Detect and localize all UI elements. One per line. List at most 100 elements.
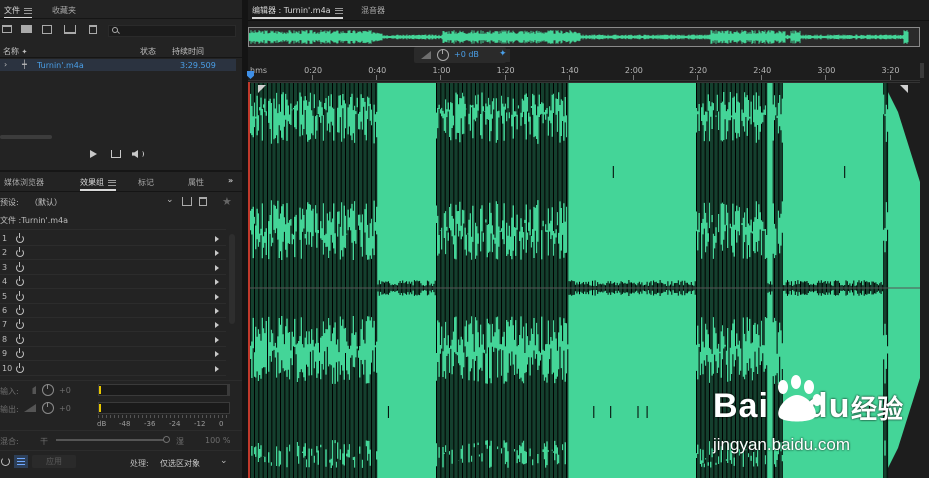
slot-divider xyxy=(0,302,226,304)
slot-power-icon[interactable] xyxy=(16,319,24,330)
tab-properties[interactable]: 属性 xyxy=(188,177,204,188)
process-label: 处理: xyxy=(130,459,149,468)
meter-ticks xyxy=(98,415,230,418)
preset-select[interactable]: （默认） ⌄ xyxy=(26,195,176,207)
ruler-tick xyxy=(632,75,634,80)
tab-media-browser[interactable]: 媒体浏览器 xyxy=(4,177,44,188)
column-status[interactable]: 状态 xyxy=(140,46,156,57)
expand-chevron-icon[interactable]: › xyxy=(4,60,7,69)
panel-menu-icon[interactable] xyxy=(24,7,32,14)
overview-waveform xyxy=(249,30,909,44)
slot-expand-icon[interactable] xyxy=(215,250,219,257)
delete-preset-icon[interactable] xyxy=(199,197,207,206)
tab-markers[interactable]: 标记 xyxy=(138,177,154,188)
open-file-icon[interactable] xyxy=(2,25,12,33)
slot-power-icon[interactable] xyxy=(16,290,24,301)
slot-power-icon[interactable] xyxy=(16,305,24,315)
slot-power-icon[interactable] xyxy=(16,348,24,359)
mix-dry-label: 干 xyxy=(40,437,48,446)
mix-wet-label: 湿 xyxy=(176,437,184,446)
slot-divider xyxy=(0,245,226,246)
autoplay-speaker-icon[interactable] xyxy=(132,150,138,158)
slot-expand-icon[interactable] xyxy=(215,293,219,300)
output-gain-knob[interactable] xyxy=(42,402,54,414)
file-row[interactable]: › ┿ Turnin'.m4a 3:29.509 xyxy=(0,59,236,71)
mix-slider-thumb[interactable] xyxy=(163,436,170,443)
ruler-tick xyxy=(312,75,314,80)
file-duration: 3:29.509 xyxy=(180,61,216,70)
tab-favorites[interactable]: 收藏夹 xyxy=(52,5,76,16)
ruler-label: 1:40 xyxy=(560,66,579,75)
slot-power-icon[interactable] xyxy=(16,362,24,373)
output-label: 输出: xyxy=(0,405,19,414)
slot-expand-icon[interactable] xyxy=(215,336,219,343)
slot-expand-icon[interactable] xyxy=(215,351,219,358)
tab-files[interactable]: 文件 xyxy=(4,5,32,19)
tab-mixer[interactable]: 混音器 xyxy=(361,5,385,16)
panel-menu-icon[interactable] xyxy=(108,179,116,186)
more-tabs-chevron-icon[interactable]: » xyxy=(228,176,233,185)
file-search-input[interactable] xyxy=(108,25,236,37)
input-gain-knob[interactable] xyxy=(42,384,54,396)
save-preset-icon[interactable] xyxy=(182,197,192,206)
waveform-file-icon: ┿ xyxy=(22,60,27,69)
effect-slot-number: 9 xyxy=(2,349,8,359)
slot-expand-icon[interactable] xyxy=(215,279,219,286)
slot-expand-icon[interactable] xyxy=(215,365,219,372)
ruler-label: 1:20 xyxy=(496,66,515,75)
mix-slider[interactable] xyxy=(56,439,166,441)
overview-navigator[interactable] xyxy=(248,27,920,47)
panel-menu-icon[interactable] xyxy=(334,7,343,14)
input-level-icon xyxy=(24,386,36,394)
volume-knob[interactable] xyxy=(437,49,449,61)
playhead-line xyxy=(248,82,250,478)
tab-effects-rack[interactable]: 效果组 xyxy=(80,177,116,191)
effect-slot-number: 7 xyxy=(2,320,8,330)
new-file-icon[interactable] xyxy=(42,25,52,34)
tab-editor[interactable]: 编辑器 : Turnin'.m4a xyxy=(252,5,343,19)
list-view-icon[interactable] xyxy=(14,455,28,468)
chevron-down-icon: ⌄ xyxy=(166,195,174,205)
column-name[interactable]: 名称 ✦ xyxy=(3,46,27,57)
output-level-icon xyxy=(24,404,36,412)
slot-expand-icon[interactable] xyxy=(215,308,219,314)
ruler-label: 0:20 xyxy=(304,66,323,75)
slot-divider xyxy=(0,331,226,333)
baidu-watermark: Bai du 经验 jingyan.baidu.com xyxy=(713,373,929,463)
slot-power-icon[interactable] xyxy=(16,233,24,243)
files-scrollbar[interactable] xyxy=(0,135,52,139)
apply-button[interactable]: 应用 xyxy=(32,455,76,468)
slot-divider xyxy=(0,288,226,290)
slot-power-icon[interactable] xyxy=(16,261,24,272)
master-power-icon[interactable] xyxy=(1,457,10,466)
slot-divider xyxy=(0,259,226,261)
slot-power-icon[interactable] xyxy=(16,247,24,258)
loop-icon[interactable] xyxy=(111,150,121,158)
left-panel: 文件 收藏夹 名称 ✦ 状态 持续时间 › ┿ Turnin'.m4a 3:29… xyxy=(0,0,242,478)
slots-scrollbar[interactable] xyxy=(229,234,235,324)
slot-expand-icon[interactable] xyxy=(215,264,219,271)
slot-divider xyxy=(0,360,226,362)
mix-label: 混合: xyxy=(0,437,19,446)
column-duration[interactable]: 持续时间 xyxy=(172,46,204,57)
input-db-value: +0 xyxy=(59,386,71,395)
export-icon[interactable] xyxy=(64,25,76,34)
slot-expand-icon[interactable] xyxy=(215,322,219,329)
input-meter xyxy=(98,384,230,396)
slot-power-icon[interactable] xyxy=(16,333,24,344)
import-icon[interactable] xyxy=(21,25,32,33)
ruler-tick xyxy=(376,75,378,80)
pin-hud-button[interactable]: ✦ xyxy=(496,49,510,62)
effects-file-label: 文件 :Turnin'.m4a xyxy=(0,216,69,225)
slot-expand-icon[interactable] xyxy=(215,236,219,242)
slot-divider xyxy=(0,345,226,347)
slot-power-icon[interactable] xyxy=(16,276,24,287)
process-select[interactable]: 仅选区对象 ⌄ xyxy=(156,455,232,468)
slot-divider xyxy=(0,273,226,275)
trash-icon[interactable] xyxy=(89,25,97,34)
ruler-tick xyxy=(825,75,827,80)
effect-slot-number: 8 xyxy=(2,334,8,344)
favorite-star-icon[interactable]: ★ xyxy=(222,195,232,208)
baidu-paw-logo xyxy=(778,375,822,422)
play-icon[interactable] xyxy=(90,150,97,158)
